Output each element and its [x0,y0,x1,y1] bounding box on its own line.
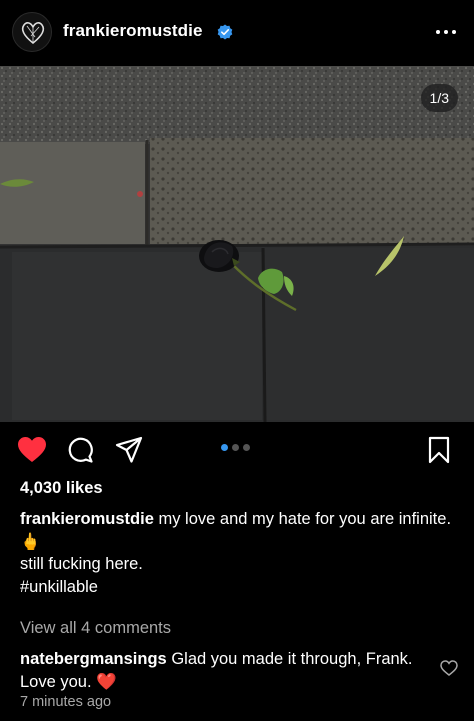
action-bar [0,430,474,470]
view-all-comments-link[interactable]: View all 4 comments [20,619,171,638]
bookmark-icon[interactable] [427,436,451,464]
caption-emoji: 🖕 [20,532,41,551]
comment-like-heart-icon[interactable] [440,660,458,676]
more-options-icon[interactable] [434,24,458,40]
post-timestamp: 7 minutes ago [20,694,112,710]
black-rose-photo-icon [0,66,474,422]
caption-line2: still fucking here. [20,555,143,573]
comment-icon[interactable] [66,436,94,464]
carousel-dot-active [221,444,228,451]
carousel-dot [243,444,250,451]
caption-text: my love and my hate for you are infinite… [158,510,452,528]
carousel-counter: 1/3 [420,84,458,112]
post-username[interactable]: frankieromustdie [63,21,203,41]
post-caption: frankieromustdie my love and my hate for… [20,508,460,598]
share-send-icon[interactable] [115,436,143,464]
likes-count[interactable]: 4,030 likes [20,479,103,498]
verified-badge-icon [217,24,233,40]
caption-hashtag[interactable]: #unkillable [20,576,460,599]
post-header: frankieromustdie [0,0,474,66]
comment-item: natebergmansings Glad you made it throug… [20,648,430,693]
carousel-dot [232,444,239,451]
heart-sketch-logo-icon [21,22,45,45]
avatar[interactable] [12,12,52,52]
carousel-dots [221,444,250,451]
comment-username[interactable]: natebergmansings [20,650,167,668]
like-heart-icon[interactable] [17,436,47,464]
comment-emoji: ❤️ [96,672,117,691]
post-photo[interactable]: 1/3 [0,66,474,422]
caption-username[interactable]: frankieromustdie [20,510,154,528]
